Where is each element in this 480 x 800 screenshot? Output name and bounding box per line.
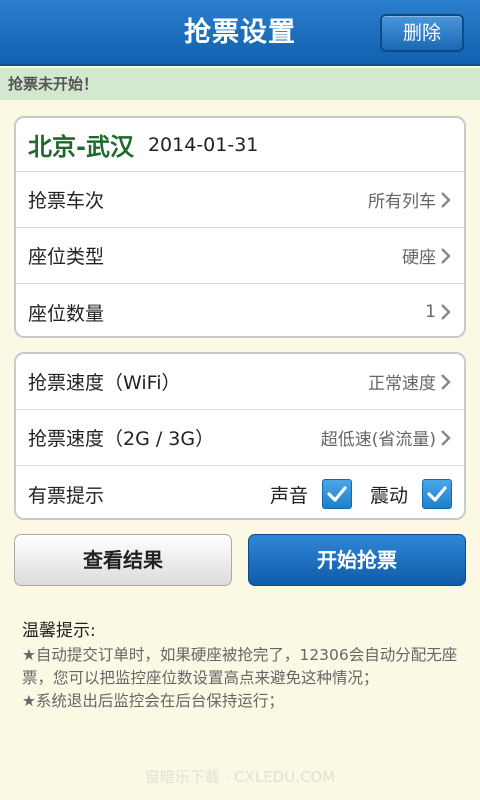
seat-count-row[interactable]: 座位数量 1: [16, 284, 464, 336]
notify-row: 有票提示 声音 震动: [16, 466, 464, 518]
seat-count-label: 座位数量: [28, 302, 105, 325]
view-results-button[interactable]: 查看结果: [14, 534, 232, 586]
wifi-speed-label: 抢票速度（WiFi）: [28, 372, 181, 394]
chevron-right-icon: [441, 191, 451, 208]
watermark: 窗暗乐下载 · CXLEDU.COM: [144, 768, 336, 786]
chevron-right-icon: [441, 373, 451, 390]
checkmark-icon: [427, 486, 447, 502]
chevron-right-icon: [441, 247, 451, 264]
mobile-speed-row[interactable]: 抢票速度（2G / 3G） 超低速(省流量): [16, 410, 464, 466]
train-selection-row[interactable]: 抢票车次 所有列车: [16, 172, 464, 228]
tips-section: 温馨提示: ★自动提交订单时，如果硬座被抢完了，12306会自动分配无座票，您可…: [22, 620, 462, 713]
seat-count-value: 1: [425, 302, 436, 322]
tip-item: ★自动提交订单时，如果硬座被抢完了，12306会自动分配无座票，您可以把监控座位…: [22, 646, 458, 687]
mobile-speed-value: 超低速(省流量): [320, 430, 436, 450]
sound-label: 声音: [269, 484, 308, 507]
route-date: 2014-01-31: [147, 133, 259, 156]
train-label: 抢票车次: [28, 190, 105, 212]
seat-type-label: 座位类型: [28, 246, 105, 268]
route-row: 北京-武汉 2014-01-31: [16, 118, 464, 172]
speed-settings-card: 抢票速度（WiFi） 正常速度 抢票速度（2G / 3G） 超低速(省流量) 有…: [14, 352, 466, 520]
checkmark-icon: [327, 486, 347, 502]
status-message: 抢票未开始！: [0, 68, 480, 100]
seat-type-value: 硬座: [402, 248, 436, 268]
chevron-right-icon: [441, 304, 451, 320]
notify-label: 有票提示: [28, 484, 105, 507]
seat-type-row[interactable]: 座位类型 硬座: [16, 228, 464, 284]
tip-item: ★系统退出后监控会在后台保持运行；: [22, 692, 284, 710]
chevron-right-icon: [441, 429, 451, 446]
train-value: 所有列车: [368, 192, 436, 212]
vibrate-checkbox[interactable]: [422, 479, 452, 509]
wifi-speed-row[interactable]: 抢票速度（WiFi） 正常速度: [16, 354, 464, 410]
app-header: 抢票设置 删除: [0, 0, 480, 66]
start-grab-button[interactable]: 开始抢票: [248, 534, 466, 586]
sound-option[interactable]: 声音: [270, 479, 352, 509]
ticket-settings-card: 北京-武汉 2014-01-31 抢票车次 所有列车 座位类型 硬座 座位数量 …: [14, 116, 466, 338]
vibrate-option[interactable]: 震动: [370, 479, 452, 509]
vibrate-label: 震动: [369, 484, 408, 507]
wifi-speed-value: 正常速度: [368, 374, 436, 394]
tips-title: 温馨提示:: [22, 621, 96, 641]
route-name: 北京-武汉: [28, 133, 134, 161]
delete-button[interactable]: 删除: [380, 14, 464, 52]
sound-checkbox[interactable]: [321, 479, 352, 509]
mobile-speed-label: 抢票速度（2G / 3G）: [28, 428, 215, 450]
